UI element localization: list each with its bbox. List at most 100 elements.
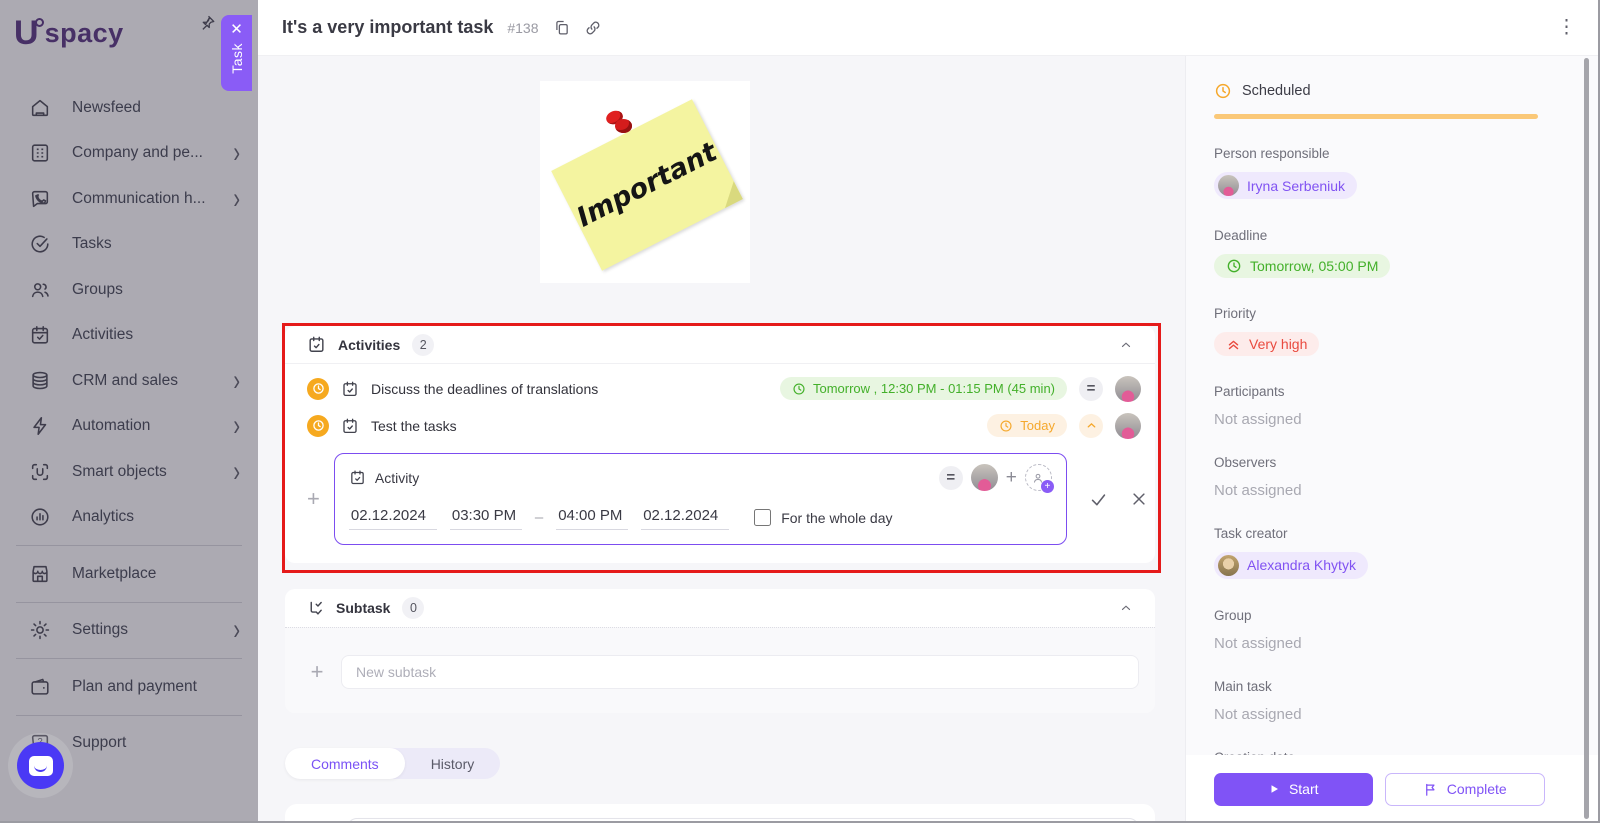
complete-label: Complete — [1447, 781, 1507, 797]
modal-dim-overlay — [0, 0, 258, 823]
subtask-title: Subtask — [336, 600, 390, 616]
drag-handle-icon[interactable]: = — [1079, 377, 1103, 401]
complete-button[interactable]: Complete — [1385, 773, 1546, 806]
field-value[interactable]: Not assigned — [1214, 635, 1600, 652]
cancel-x-icon[interactable] — [1130, 490, 1148, 508]
field-participants: Participants Not assigned — [1214, 384, 1600, 428]
activity-time-badge[interactable]: Today — [987, 414, 1067, 437]
person-pill[interactable]: Iryna Serbeniuk — [1214, 172, 1357, 199]
drag-handle-icon[interactable]: = — [939, 466, 963, 490]
person-pill[interactable]: Alexandra Khytyk — [1214, 552, 1368, 579]
subtask-icon — [307, 600, 324, 617]
new-subtask-input[interactable] — [341, 655, 1139, 689]
field-label: Participants — [1214, 384, 1600, 399]
start-date-input[interactable] — [349, 505, 437, 530]
activities-card: Activities 2 Discuss the deadlines of tr… — [285, 326, 1155, 563]
activity-form-label: Activity — [375, 470, 419, 486]
subtask-body: + — [285, 627, 1155, 713]
confirm-check-icon[interactable] — [1089, 490, 1108, 509]
link-icon[interactable] — [584, 19, 602, 37]
subtask-count-badge: 0 — [402, 597, 424, 619]
task-detail-panel: It's a very important task #138 ⋮ Import… — [258, 0, 1600, 823]
status-progress-bar — [1214, 114, 1538, 119]
end-date-input[interactable] — [641, 505, 729, 530]
activities-section: Activities 2 Discuss the deadlines of tr… — [285, 326, 1155, 563]
add-activity-icon[interactable]: + — [307, 486, 320, 512]
start-button[interactable]: Start — [1214, 773, 1373, 806]
activity-time-badge[interactable]: Tomorrow , 12:30 PM - 01:15 PM (45 min) — [780, 377, 1067, 400]
task-header: It's a very important task #138 ⋮ — [258, 0, 1600, 56]
tab-comments[interactable]: Comments — [285, 748, 405, 779]
person-name: Iryna Serbeniuk — [1247, 178, 1345, 194]
status-row[interactable]: Scheduled — [1214, 82, 1600, 100]
avatar — [1218, 175, 1239, 196]
collapse-activity-chevron-icon[interactable] — [1079, 414, 1103, 438]
add-subtask-icon[interactable]: + — [307, 659, 327, 685]
field-label: Deadline — [1214, 228, 1600, 243]
field-value[interactable]: Not assigned — [1214, 706, 1600, 723]
field-label: Main task — [1214, 679, 1600, 694]
calendar-check-icon — [349, 469, 366, 486]
plus-separator: + — [1006, 467, 1017, 489]
task-details-sidebar: Scheduled Person responsible Iryna Serbe… — [1185, 56, 1600, 823]
double-chevron-up-icon — [1226, 337, 1241, 352]
app-window: U spacy Newsfeed Company and pe... › Com… — [0, 0, 1600, 823]
page-title: It's a very important task — [282, 17, 493, 38]
copy-icon[interactable] — [553, 19, 570, 36]
activity-time-text: Today — [1020, 418, 1055, 433]
deadline-badge[interactable]: Tomorrow, 05:00 PM — [1214, 254, 1390, 278]
task-content: Important Activities 2 — [258, 56, 1185, 823]
avatar[interactable] — [1115, 376, 1141, 402]
clock-icon — [1214, 82, 1232, 100]
activities-count-badge: 2 — [412, 334, 434, 356]
comments-history-tabs: Comments History — [285, 748, 500, 779]
comment-card — [285, 804, 1155, 823]
field-label: Person responsible — [1214, 146, 1600, 161]
whole-day-option[interactable]: For the whole day — [754, 509, 892, 526]
activity-row[interactable]: Discuss the deadlines of translations To… — [285, 370, 1155, 407]
field-person-responsible: Person responsible Iryna Serbeniuk — [1214, 146, 1600, 201]
sticky-note-text: Important — [572, 137, 722, 234]
end-time-input[interactable] — [556, 505, 628, 530]
avatar[interactable] — [971, 464, 998, 491]
avatar[interactable] — [1115, 413, 1141, 439]
collapse-chevron-icon[interactable] — [1119, 338, 1133, 352]
activity-form-row: + Activity = + — [285, 444, 1155, 563]
field-label: Priority — [1214, 306, 1600, 321]
note-fold-corner — [716, 181, 743, 208]
activity-status-clock-icon — [307, 378, 329, 400]
subtask-card: Subtask 0 + — [285, 589, 1155, 713]
comment-input[interactable] — [347, 818, 1139, 823]
add-participant-icon[interactable]: + — [1025, 464, 1052, 491]
tab-history[interactable]: History — [405, 748, 501, 779]
field-priority: Priority Very high — [1214, 306, 1600, 357]
activities-title: Activities — [338, 337, 400, 353]
field-observers: Observers Not assigned — [1214, 455, 1600, 499]
chat-fab-button[interactable] — [17, 742, 64, 789]
whole-day-checkbox[interactable] — [754, 509, 771, 526]
calendar-check-icon — [307, 335, 326, 354]
chat-icon — [29, 756, 53, 776]
pushpin-graphic — [606, 109, 632, 135]
calendar-check-icon — [341, 380, 359, 398]
activity-row[interactable]: Test the tasks Today — [285, 407, 1155, 444]
priority-badge[interactable]: Very high — [1214, 332, 1319, 356]
task-id: #138 — [507, 20, 538, 36]
collapse-chevron-icon[interactable] — [1119, 601, 1133, 615]
activity-edit-form: Activity = + + — [334, 453, 1067, 545]
field-value[interactable]: Not assigned — [1214, 482, 1600, 499]
whole-day-label: For the whole day — [781, 510, 892, 526]
start-time-input[interactable] — [450, 505, 522, 530]
activity-time-text: Tomorrow , 12:30 PM - 01:15 PM (45 min) — [813, 381, 1055, 396]
field-value[interactable]: Not assigned — [1214, 411, 1600, 428]
more-menu-icon[interactable]: ⋮ — [1557, 16, 1576, 39]
field-task-creator: Task creator Alexandra Khytyk — [1214, 526, 1600, 581]
activity-status-clock-icon — [307, 415, 329, 437]
time-range-dash: – — [535, 509, 543, 526]
avatar — [1218, 555, 1239, 576]
scrollbar[interactable] — [1584, 58, 1589, 819]
play-icon — [1268, 783, 1280, 795]
field-label: Task creator — [1214, 526, 1600, 541]
close-icon[interactable]: ✕ — [230, 22, 243, 37]
task-panel-tab[interactable]: ✕ Task — [221, 15, 252, 91]
